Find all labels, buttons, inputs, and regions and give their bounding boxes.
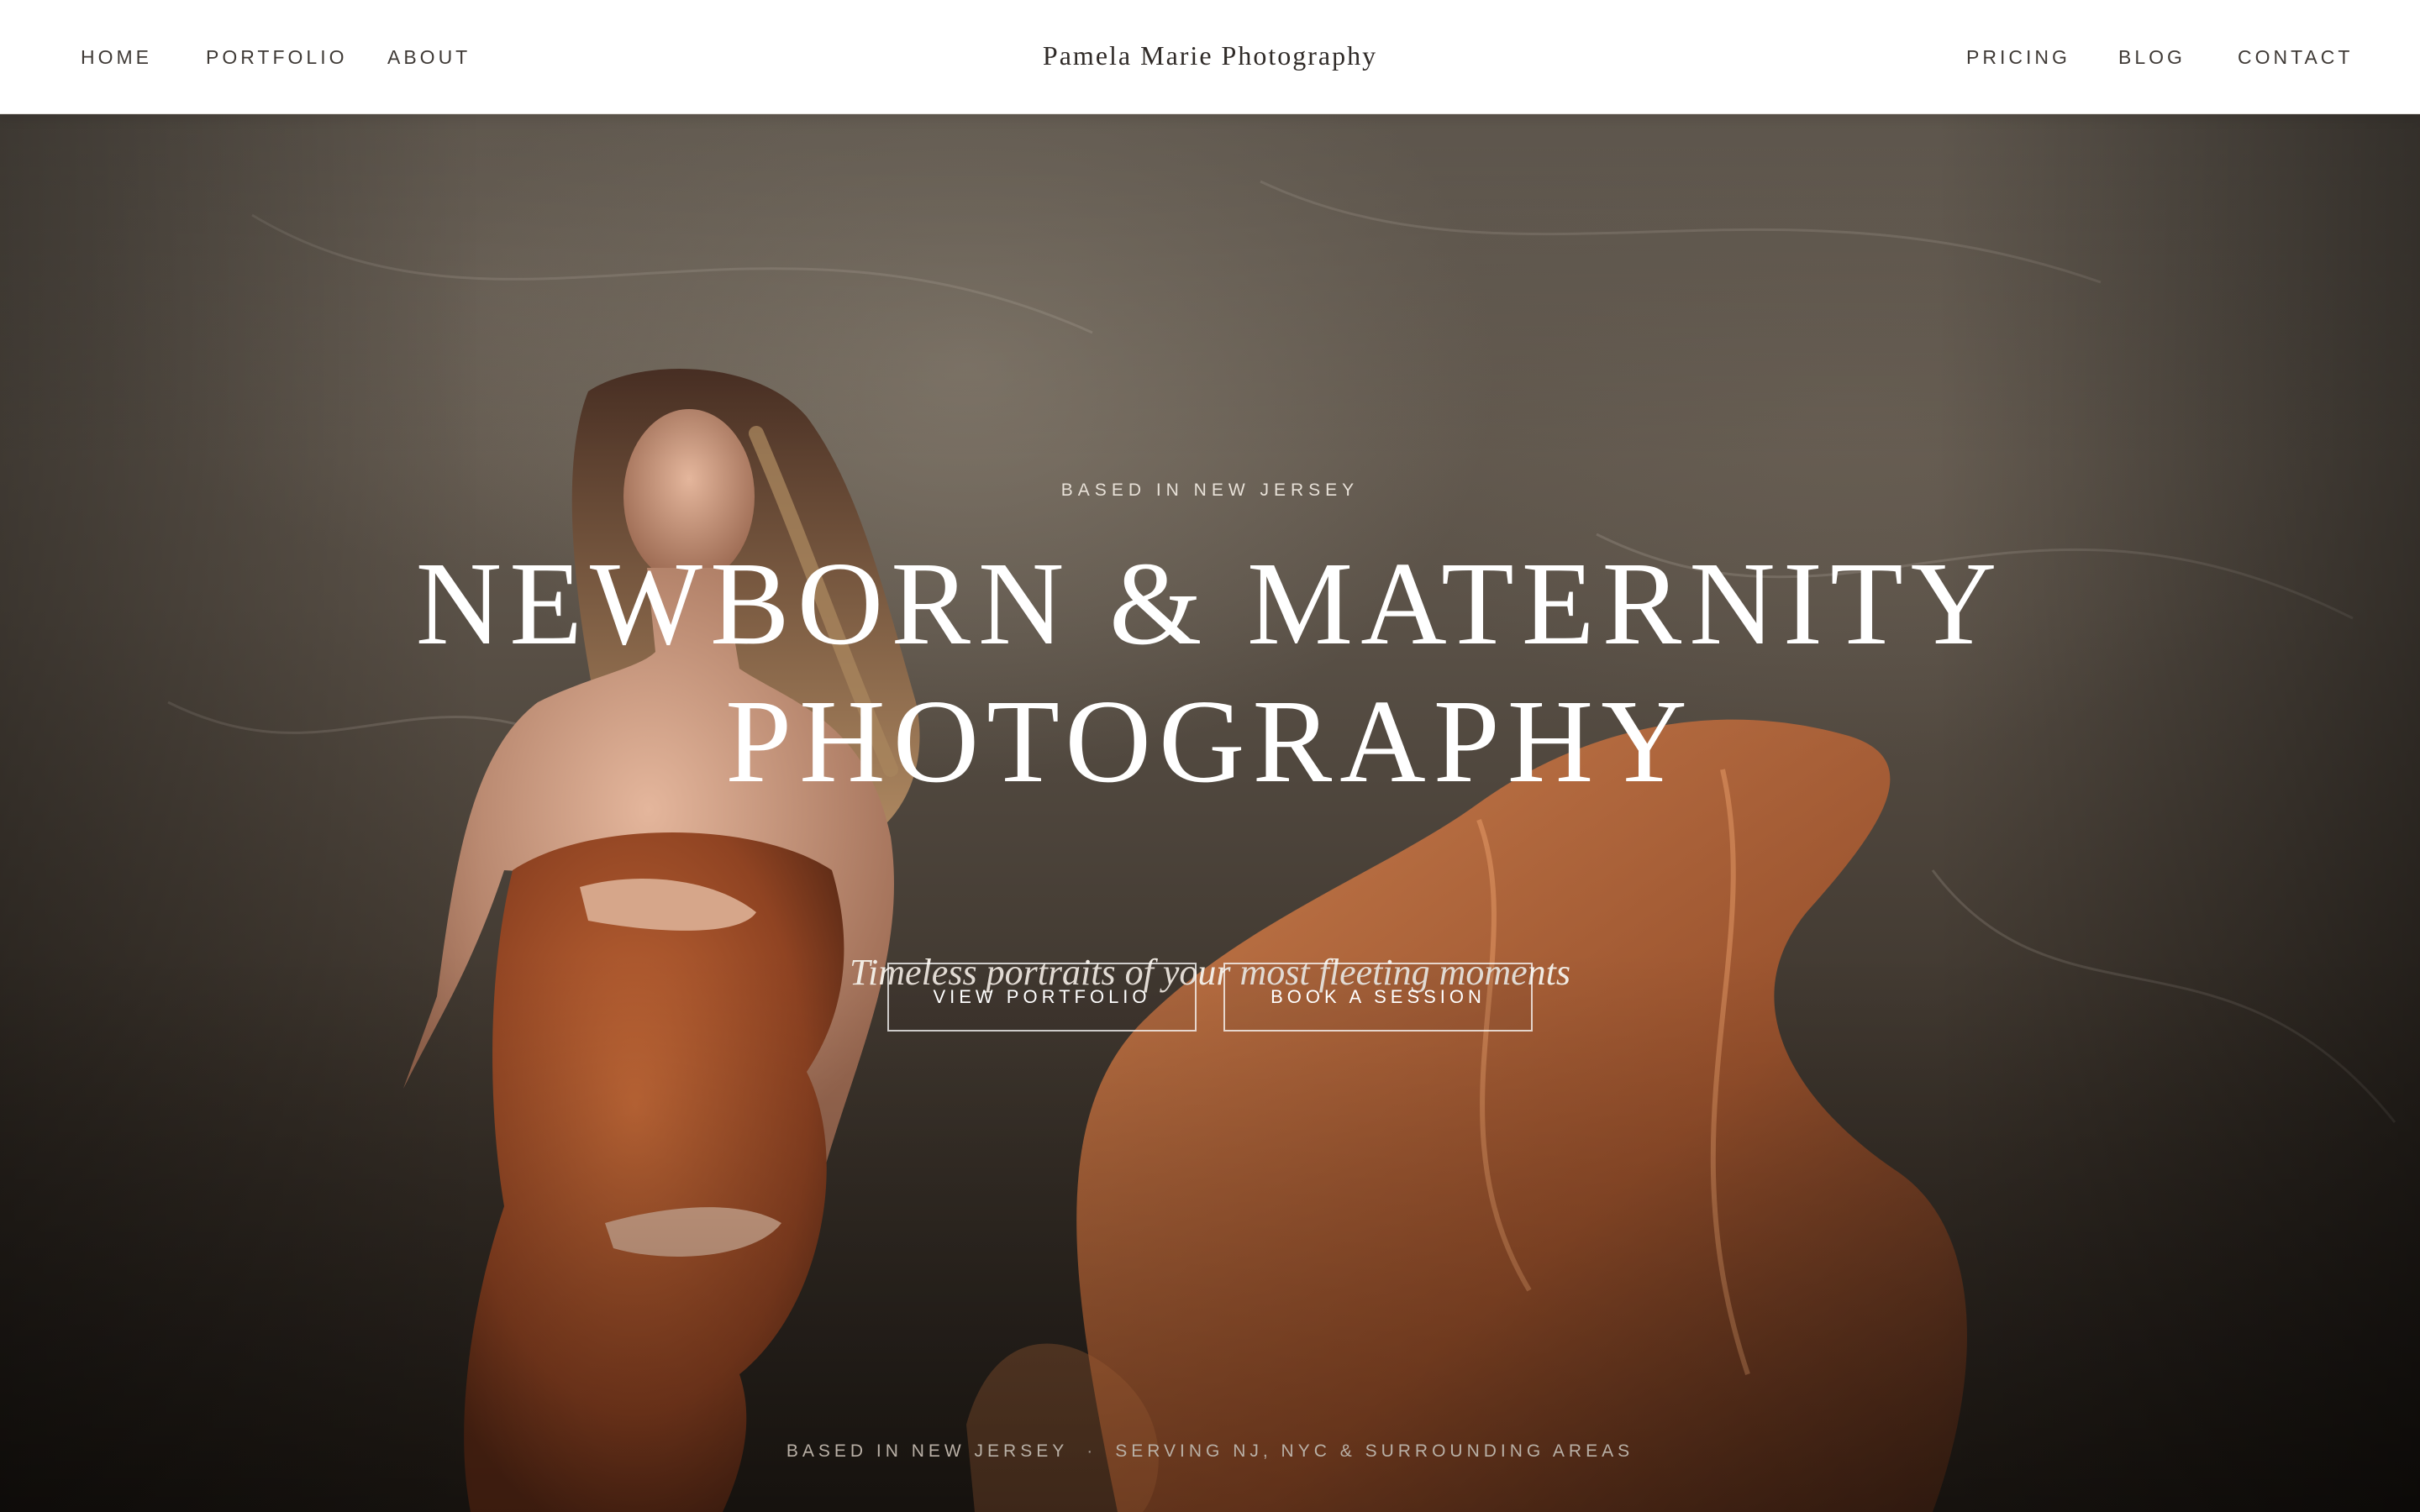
hero-section: BASED IN NEW JERSEY NEWBORN & MATERNITY …: [0, 114, 2420, 1512]
service-areas: SERVING NJ, NYC & SURROUNDING AREAS: [1115, 1441, 1634, 1461]
service-area-line: BASED IN NEW JERSEY · SERVING NJ, NYC & SU…: [0, 1441, 2420, 1462]
nav-link-contact[interactable]: CONTACT: [2238, 46, 2353, 69]
page: HOME PORTFOLIO ABOUT Pamela Marie Photog…: [0, 0, 2420, 1512]
hero-eyebrow: BASED IN NEW JERSEY: [1060, 480, 1360, 500]
nav-link-home[interactable]: HOME: [81, 46, 152, 69]
hero-tagline: Timeless portraits of your most fleeting…: [850, 952, 1570, 993]
nav-link-pricing[interactable]: PRICING: [1966, 46, 2070, 69]
service-location: BASED IN NEW JERSEY: [786, 1441, 1069, 1461]
nav-link-blog[interactable]: BLOG: [2118, 46, 2186, 69]
nav-link-portfolio[interactable]: PORTFOLIO: [206, 46, 348, 69]
hero-vignette: [0, 114, 2420, 1512]
headline-line-1: NEWBORN & MATERNITY: [415, 537, 2005, 669]
view-portfolio-button[interactable]: VIEW PORTFOLIO: [887, 963, 1197, 1032]
site-logo-text[interactable]: Pamela Marie Photography: [1043, 40, 1377, 71]
book-session-button[interactable]: BOOK A SESSION: [1223, 963, 1533, 1032]
nav-link-about[interactable]: ABOUT: [387, 46, 471, 69]
separator-dot: ·: [1086, 1441, 1097, 1461]
site-header: HOME PORTFOLIO ABOUT Pamela Marie Photog…: [0, 0, 2420, 114]
hero-headline: NEWBORN & MATERNITY PHOTOGRAPHY: [0, 534, 2420, 810]
headline-line-2: PHOTOGRAPHY: [725, 675, 1695, 807]
